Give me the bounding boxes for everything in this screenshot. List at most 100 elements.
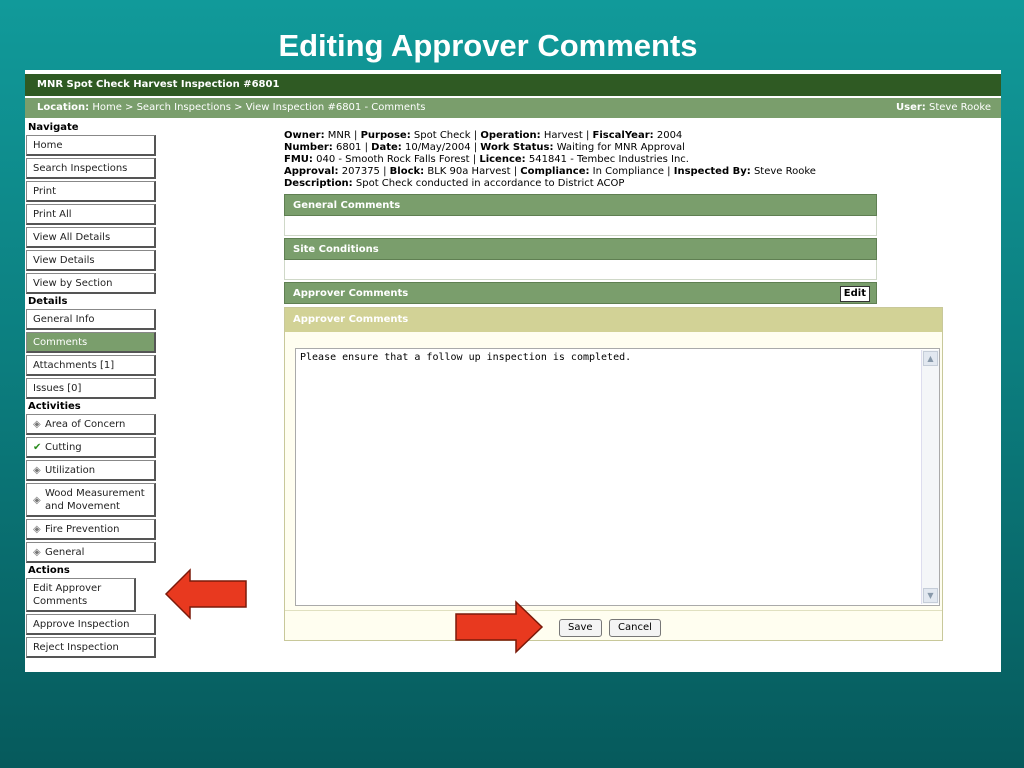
operation-label: Operation: bbox=[480, 130, 541, 141]
info-line-3: FMU: 040 - Smooth Rock Falls Forest | Li… bbox=[284, 154, 689, 165]
window-title: MNR Spot Check Harvest Inspection #6801 bbox=[37, 79, 280, 90]
nav-item-comments[interactable]: Comments bbox=[26, 332, 156, 353]
nav-item-view-all-details[interactable]: View All Details bbox=[26, 227, 156, 248]
approval-label: Approval: bbox=[284, 166, 339, 177]
diamond-status-icon: ◈ bbox=[33, 494, 41, 506]
panel-header-general-comments: General Comments bbox=[284, 194, 877, 216]
scroll-down-arrow-icon[interactable]: ▼ bbox=[923, 588, 938, 603]
nav-item-general-info[interactable]: General Info bbox=[26, 309, 156, 330]
licence-value: 541841 - Tembec Industries Inc. bbox=[528, 154, 689, 165]
nav-item-label: Cutting bbox=[45, 442, 82, 453]
fmu-label: FMU: bbox=[284, 154, 313, 165]
compliance-value: In Compliance bbox=[592, 166, 664, 177]
window-title-bar: MNR Spot Check Harvest Inspection #6801 bbox=[25, 74, 1001, 96]
action-edit-approver-comments[interactable]: Edit Approver Comments bbox=[26, 578, 136, 612]
nav-item-label: Fire Prevention bbox=[45, 524, 120, 535]
nav-item-issues[interactable]: Issues [0] bbox=[26, 378, 156, 399]
textarea-scrollbar[interactable]: ▲ ▼ bbox=[921, 350, 939, 604]
comment-panels: General Comments Site Conditions Approve… bbox=[284, 194, 877, 304]
block-label: Block: bbox=[389, 166, 425, 177]
nav-item-fire-prevention[interactable]: ◈ Fire Prevention bbox=[26, 519, 156, 540]
nav-item-view-details[interactable]: View Details bbox=[26, 250, 156, 271]
owner-label: Owner: bbox=[284, 130, 325, 141]
panel-title: Approver Comments bbox=[293, 288, 409, 299]
number-value: 6801 bbox=[335, 142, 362, 153]
nav-item-label: Wood Measurement and Movement bbox=[45, 488, 145, 512]
user-name: Steve Rooke bbox=[929, 102, 991, 113]
nav-item-wood-measurement[interactable]: ◈ Wood Measurement and Movement bbox=[26, 483, 156, 517]
inspected-by-label: Inspected By: bbox=[673, 166, 751, 177]
approver-comments-textarea[interactable] bbox=[295, 348, 940, 606]
licence-label: Licence: bbox=[479, 154, 526, 165]
edit-button[interactable]: Edit bbox=[839, 286, 870, 302]
inspection-summary: Owner: MNR | Purpose: Spot Check | Opera… bbox=[284, 130, 816, 190]
diamond-status-icon: ◈ bbox=[33, 465, 41, 476]
diamond-status-icon: ◈ bbox=[33, 547, 41, 558]
slide-title: Editing Approver Comments bbox=[278, 28, 698, 63]
panel-title: Site Conditions bbox=[293, 244, 379, 255]
nav-heading-details: Details bbox=[28, 296, 68, 307]
checkmark-icon: ✔ bbox=[33, 442, 42, 453]
operation-value: Harvest bbox=[543, 130, 583, 141]
nav-heading-navigate: Navigate bbox=[28, 122, 79, 133]
purpose-value: Spot Check bbox=[413, 130, 471, 141]
nav-item-area-of-concern[interactable]: ◈ Area of Concern bbox=[26, 414, 156, 435]
fiscal-year-label: FiscalYear: bbox=[592, 130, 654, 141]
panel-body-site-conditions bbox=[284, 260, 877, 280]
panel-title: General Comments bbox=[293, 200, 401, 211]
description-label: Description: bbox=[284, 178, 353, 189]
nav-item-label: Utilization bbox=[45, 465, 96, 476]
nav-item-print[interactable]: Print bbox=[26, 181, 156, 202]
owner-value: MNR bbox=[327, 130, 351, 141]
work-status-value: Waiting for MNR Approval bbox=[556, 142, 685, 153]
breadcrumb: Home > Search Inspections > View Inspect… bbox=[92, 102, 426, 113]
location-label: Location: bbox=[37, 102, 90, 113]
date-label: Date: bbox=[371, 142, 402, 153]
nav-item-search-inspections[interactable]: Search Inspections bbox=[26, 158, 156, 179]
nav-item-label: General bbox=[45, 547, 85, 558]
right-pointing-arrow-icon bbox=[455, 600, 544, 654]
purpose-label: Purpose: bbox=[360, 130, 411, 141]
info-line-5: Description: Spot Check conducted in acc… bbox=[284, 178, 816, 190]
info-line-1: Owner: MNR | Purpose: Spot Check | Opera… bbox=[284, 130, 683, 141]
diamond-status-icon: ◈ bbox=[33, 524, 41, 535]
panel-header-approver-comments: Approver Comments Edit bbox=[284, 282, 877, 304]
left-pointing-arrow-icon bbox=[164, 568, 247, 620]
action-approve-inspection[interactable]: Approve Inspection bbox=[26, 614, 156, 635]
panel-body-general-comments bbox=[284, 216, 877, 236]
work-status-label: Work Status: bbox=[480, 142, 554, 153]
approver-comments-dialog: Approver Comments ▲ ▼ Save Cancel bbox=[284, 307, 943, 641]
nav-item-print-all[interactable]: Print All bbox=[26, 204, 156, 225]
nav-item-attachments[interactable]: Attachments [1] bbox=[26, 355, 156, 376]
action-reject-inspection[interactable]: Reject Inspection bbox=[26, 637, 156, 658]
description-value: Spot Check conducted in accordance to Di… bbox=[355, 178, 625, 189]
nav-item-utilization[interactable]: ◈ Utilization bbox=[26, 460, 156, 481]
info-line-4: Approval: 207375 | Block: BLK 90a Harves… bbox=[284, 166, 816, 177]
nav-item-home[interactable]: Home bbox=[26, 135, 156, 156]
sidebar-nav: Navigate Home Search Inspections Print P… bbox=[25, 122, 159, 660]
block-value: BLK 90a Harvest bbox=[427, 166, 511, 177]
approval-value: 207375 bbox=[341, 166, 380, 177]
nav-heading-actions: Actions bbox=[28, 565, 70, 576]
diamond-status-icon: ◈ bbox=[33, 419, 41, 430]
info-line-2: Number: 6801 | Date: 10/May/2004 | Work … bbox=[284, 142, 685, 153]
nav-item-label: Area of Concern bbox=[45, 419, 126, 430]
cancel-button[interactable]: Cancel bbox=[609, 619, 661, 637]
inspected-by-value: Steve Rooke bbox=[753, 166, 816, 177]
nav-item-general[interactable]: ◈ General bbox=[26, 542, 156, 563]
fmu-value: 040 - Smooth Rock Falls Forest bbox=[316, 154, 470, 165]
dialog-title: Approver Comments bbox=[285, 308, 942, 332]
nav-item-cutting[interactable]: ✔ Cutting bbox=[26, 437, 156, 458]
scroll-up-arrow-icon[interactable]: ▲ bbox=[923, 351, 938, 366]
location-bar: Location: Home > Search Inspections > Vi… bbox=[25, 98, 1001, 118]
panel-header-site-conditions: Site Conditions bbox=[284, 238, 877, 260]
user-label: User: bbox=[896, 102, 926, 113]
number-label: Number: bbox=[284, 142, 333, 153]
user-info: User: Steve Rooke bbox=[896, 98, 991, 118]
nav-heading-activities: Activities bbox=[28, 401, 81, 412]
date-value: 10/May/2004 bbox=[404, 142, 471, 153]
nav-item-view-by-section[interactable]: View by Section bbox=[26, 273, 156, 294]
save-button[interactable]: Save bbox=[559, 619, 602, 637]
dialog-footer: Save Cancel bbox=[285, 610, 942, 641]
compliance-label: Compliance: bbox=[520, 166, 590, 177]
